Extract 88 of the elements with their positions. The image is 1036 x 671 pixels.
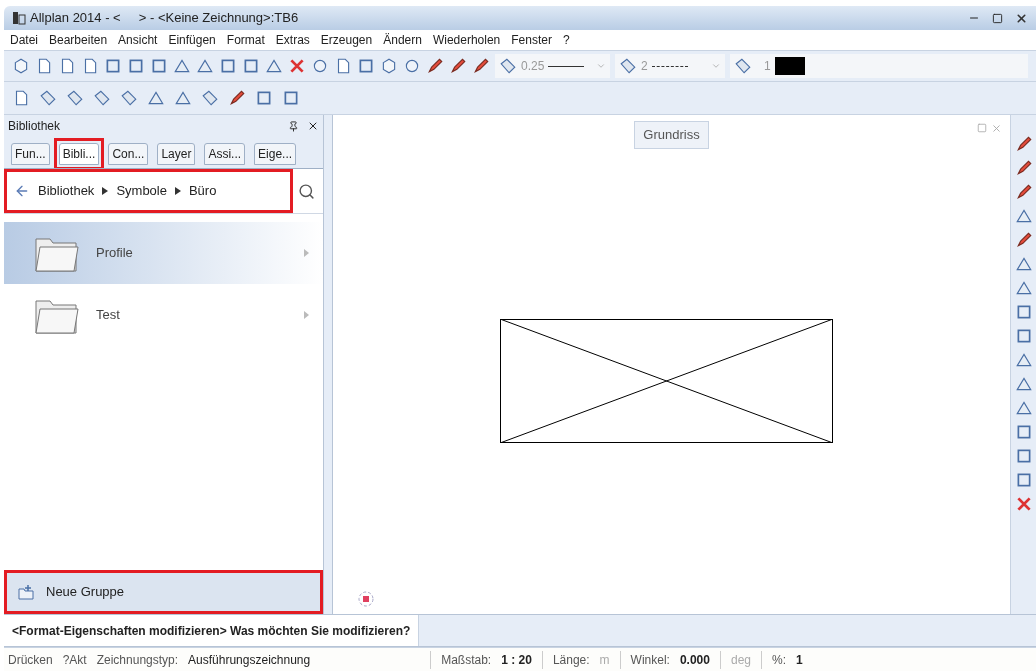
menu-item[interactable]: ? — [562, 31, 570, 49]
status-text: ?Akt — [62, 651, 87, 669]
status-text: 1 : 20 — [501, 651, 532, 669]
menu-item[interactable]: Fenster — [511, 31, 552, 49]
menu-item[interactable]: Ändern — [383, 31, 422, 49]
status-text: Maßstab: — [441, 651, 492, 669]
viewport-title: Grundriss — [634, 121, 709, 149]
menu-item[interactable]: Erzeugen — [320, 31, 373, 49]
box-icon[interactable] — [127, 57, 145, 75]
close-icon[interactable] — [1015, 11, 1028, 25]
panel-tab[interactable]: Layer — [157, 143, 196, 165]
status-text: 1 — [796, 651, 803, 669]
menu-item[interactable]: Einfügen — [168, 31, 216, 49]
breadcrumb-item[interactable]: Symbole — [116, 181, 167, 201]
menu-item[interactable]: Format — [226, 31, 265, 49]
search-icon[interactable] — [298, 182, 315, 200]
triangle-right-icon — [304, 311, 309, 319]
circle-icon[interactable] — [311, 57, 329, 75]
menu-item[interactable]: Wiederholen — [432, 31, 501, 49]
pen-icon[interactable] — [1014, 159, 1033, 177]
triangle-icon[interactable] — [174, 89, 192, 107]
status-text: Länge: — [552, 651, 590, 669]
pen-thickness-value: 0.25 — [521, 58, 545, 75]
triangle-icon[interactable] — [1014, 207, 1033, 225]
triangle-icon[interactable] — [1014, 375, 1033, 393]
maximize-icon[interactable] — [992, 12, 1003, 24]
folder-name: Profile — [96, 244, 133, 263]
status-text: deg — [730, 651, 751, 669]
pen-icon[interactable] — [228, 89, 246, 107]
crosshair-icon — [357, 590, 375, 608]
pin-icon[interactable] — [288, 120, 299, 132]
menu-item[interactable]: Datei — [10, 31, 38, 49]
pen-icon[interactable] — [1014, 183, 1033, 201]
triangle-icon[interactable] — [196, 57, 214, 75]
triangle-right-icon — [304, 249, 309, 257]
pen-number-value: 1 — [764, 58, 771, 75]
status-text: Zeichnungstyp: — [96, 651, 179, 669]
status-text: Drücken — [8, 651, 53, 669]
pen-icon[interactable] — [449, 57, 467, 75]
triangle-icon[interactable] — [1014, 255, 1033, 273]
breadcrumb-item[interactable]: Büro — [188, 181, 217, 201]
folder-plus-icon — [18, 584, 34, 600]
triangle-right-icon — [102, 187, 109, 195]
triangle-icon[interactable] — [265, 57, 283, 75]
panel-tab[interactable]: Eige... — [254, 143, 297, 165]
menu-item[interactable]: Extras — [275, 31, 310, 49]
triangle-icon[interactable] — [147, 89, 165, 107]
pen-icon[interactable] — [472, 57, 490, 75]
box-icon[interactable] — [357, 57, 375, 75]
status-text: m — [599, 651, 610, 669]
cross-icon[interactable] — [288, 57, 306, 75]
status-text: Ausführungszeichnung — [188, 651, 311, 669]
triangle-icon[interactable] — [1014, 399, 1033, 417]
menu-item[interactable]: Bearbeiten — [49, 31, 108, 49]
folder-row[interactable]: Test — [4, 284, 323, 346]
folder-name: Test — [96, 306, 120, 325]
pen-icon[interactable] — [426, 57, 444, 75]
close-icon[interactable] — [307, 120, 319, 132]
triangle-right-icon — [174, 187, 181, 195]
box-icon[interactable] — [150, 57, 168, 75]
menu-item[interactable]: Ansicht — [118, 31, 158, 49]
box-icon[interactable] — [219, 57, 237, 75]
new-group-button[interactable]: Neue Gruppe — [6, 572, 321, 612]
line-type-value: 2 — [641, 58, 648, 75]
pen-icon[interactable] — [1014, 135, 1033, 153]
triangle-icon[interactable] — [1014, 279, 1033, 297]
box-icon[interactable] — [282, 89, 300, 107]
triangle-icon[interactable] — [173, 57, 191, 75]
triangle-icon[interactable] — [1014, 351, 1033, 369]
panel-tab[interactable]: Assi... — [204, 143, 246, 165]
panel-title: Bibliothek — [8, 118, 61, 135]
box-icon[interactable] — [242, 57, 260, 75]
window-title: Allplan 2014 - < > - <Keine Zeichnung>:TB6 — [30, 9, 299, 28]
pen-icon[interactable] — [1014, 231, 1033, 249]
status-text: 0.000 — [679, 651, 710, 669]
color-swatch — [774, 57, 805, 75]
status-text: %: — [772, 651, 786, 669]
panel-tab[interactable]: Con... — [108, 143, 149, 165]
panel-tab[interactable]: Bibli... — [58, 143, 100, 165]
box-icon[interactable] — [104, 57, 122, 75]
command-prompt: <Format-Eigenschaften modifizieren> Was möchten Sie modifizieren? — [4, 615, 420, 646]
status-text: Winkel: — [630, 651, 670, 669]
breadcrumb-item[interactable]: Bibliothek — [38, 181, 95, 201]
box-icon[interactable] — [255, 89, 273, 107]
back-arrow-icon[interactable] — [14, 183, 30, 199]
app-logo-icon — [12, 11, 26, 25]
panel-tab[interactable]: Fun... — [11, 143, 50, 165]
circle-icon[interactable] — [403, 57, 421, 75]
